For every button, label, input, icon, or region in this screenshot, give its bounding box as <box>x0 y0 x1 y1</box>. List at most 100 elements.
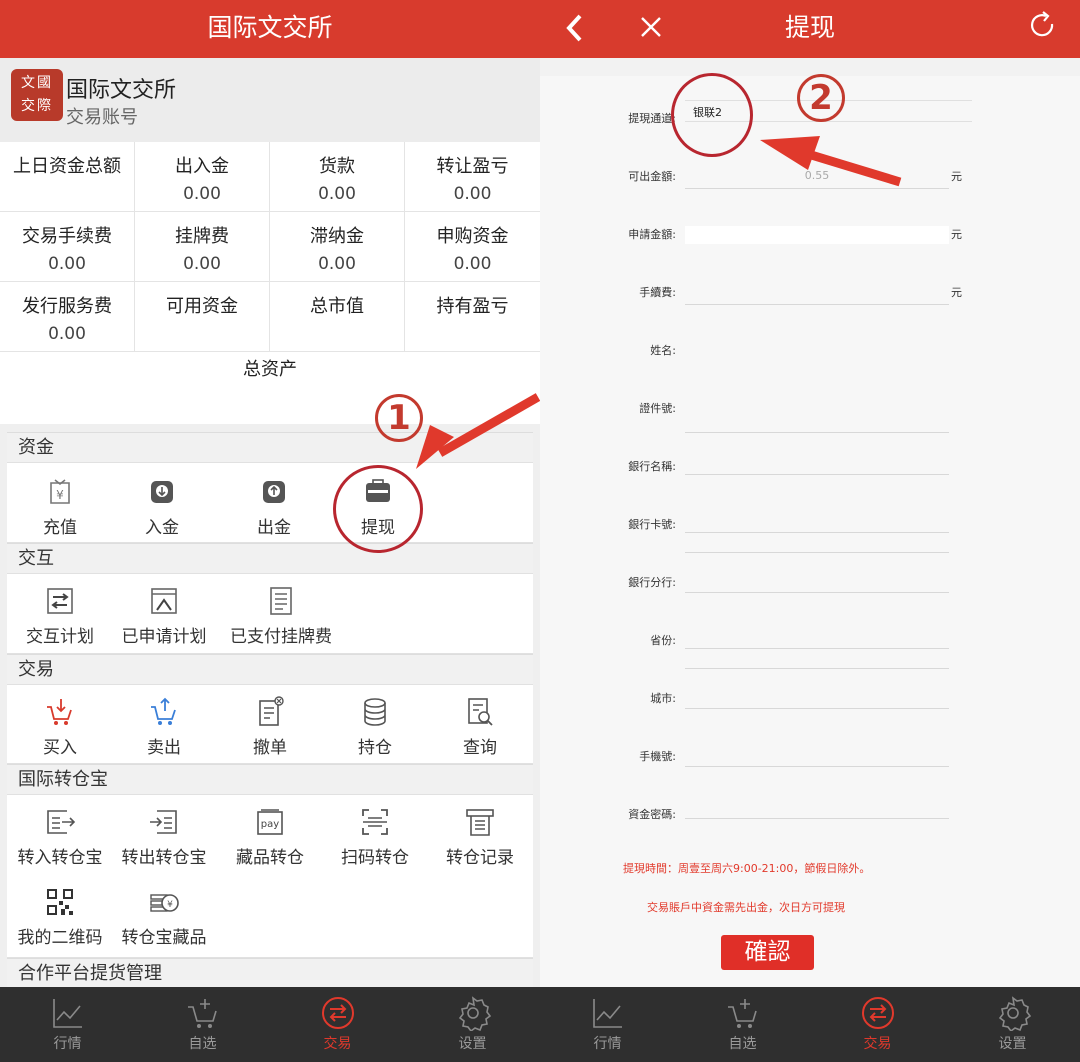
stat-label: 挂牌费 <box>175 226 229 247</box>
position-button[interactable]: 持仓 <box>322 695 428 758</box>
fee-field <box>685 304 949 305</box>
receipt-icon <box>463 805 497 839</box>
my-qrcode-button[interactable]: 我的二维码 <box>7 885 113 948</box>
stats-grid: 上日资金总额 出入金 0.00 货款 0.00 转让盈亏 0.00 交易手续费 0.00… <box>0 142 540 424</box>
transfer-record-button[interactable]: 转仓记录 <box>427 805 533 868</box>
tab-bar: 行情 自选 交易 设置 <box>540 987 1080 1062</box>
cancel-order-button[interactable]: 撤单 <box>217 695 323 758</box>
applied-plan-button[interactable]: 已申请计划 <box>109 584 219 647</box>
coins-icon: ¥ <box>147 885 181 919</box>
scan-transfer-button[interactable]: 扫码转仓 <box>322 805 428 868</box>
stat-label: 发行服务费 <box>22 296 112 317</box>
field-label: 手續費: <box>639 286 676 299</box>
id-field[interactable] <box>685 432 949 433</box>
search-document-icon <box>463 695 497 729</box>
password-field[interactable] <box>685 818 949 819</box>
section-header-transfer: 国际转仓宝 <box>7 764 533 794</box>
cart-add-icon <box>187 999 217 1028</box>
tab-watchlist[interactable]: 自选 <box>135 995 270 1053</box>
section-header-platform: 合作平台提货管理 <box>7 958 533 988</box>
recharge-button[interactable]: ¥ 充值 <box>7 475 113 538</box>
transfer-out-icon <box>147 805 181 839</box>
top-bar: 国际文交所 <box>0 0 540 58</box>
tab-watchlist[interactable]: 自选 <box>675 995 810 1053</box>
right-screen: 提现 提現通道: 银联2 可出金額: 0.55 元 申請金額: 元 手續費: 元… <box>540 0 1080 1062</box>
branch-row: 銀行分行: <box>540 570 1080 594</box>
gear-icon <box>998 996 1031 1031</box>
qrcode-icon <box>43 885 77 919</box>
tab-settings[interactable]: 设置 <box>405 995 540 1053</box>
deposit-icon <box>145 475 179 509</box>
tab-market[interactable]: 行情 <box>540 995 675 1053</box>
step-badge: 2 <box>797 74 845 122</box>
section-trade: 买入 卖出 撤单 持仓 查询 <box>7 684 533 764</box>
stat-value: 0.00 <box>318 254 356 274</box>
query-button[interactable]: 查询 <box>427 695 533 758</box>
tab-label: 自选 <box>188 1036 217 1052</box>
item-label: 转仓记录 <box>446 848 514 868</box>
tab-trade[interactable]: 交易 <box>810 995 945 1053</box>
interact-plan-button[interactable]: 交互计划 <box>7 584 113 647</box>
tab-settings[interactable]: 设置 <box>945 995 1080 1053</box>
transfer-collection-button[interactable]: ¥ 转仓宝藏品 <box>111 885 217 948</box>
stat-value: 0.00 <box>318 184 356 204</box>
field-label: 姓名: <box>650 344 676 357</box>
stat-value: 0.00 <box>48 254 86 274</box>
cancel-order-icon <box>253 695 287 729</box>
bank-field[interactable] <box>685 474 949 475</box>
stat-cell: 申购资金 0.00 <box>405 212 540 282</box>
phone-row: 手機號: <box>540 744 1080 768</box>
stat-label: 上日资金总额 <box>13 156 121 177</box>
stat-value: 0.00 <box>183 254 221 274</box>
page-title: 提现 <box>784 13 835 42</box>
province-field[interactable] <box>685 648 949 649</box>
svg-text:pay: pay <box>261 819 279 830</box>
stat-label: 总市值 <box>310 296 364 317</box>
cart-down-icon <box>43 695 77 729</box>
buy-button[interactable]: 买入 <box>7 695 113 758</box>
city-field[interactable] <box>685 708 949 709</box>
svg-text:¥: ¥ <box>167 900 173 910</box>
recharge-icon: ¥ <box>43 475 77 509</box>
tab-label: 自选 <box>728 1036 757 1052</box>
withdraw-funds-button[interactable]: 出金 <box>221 475 327 538</box>
stat-cell: 持有盈亏 <box>405 282 540 352</box>
stat-value: 0.00 <box>48 324 86 344</box>
page-title: 国际文交所 <box>207 13 333 42</box>
highlight-circle <box>671 73 753 157</box>
item-label: 卖出 <box>147 738 181 758</box>
phone-field[interactable] <box>685 766 949 767</box>
account-name: 国际文交所 <box>66 78 177 103</box>
account-header: 文國 交際 国际文交所 交易账号 <box>0 58 540 142</box>
confirm-button[interactable]: 確認 <box>721 935 814 970</box>
transfer-in-button[interactable]: 转入转仓宝 <box>7 805 113 868</box>
item-label: 撤单 <box>253 738 287 758</box>
item-label: 藏品转仓 <box>236 848 304 868</box>
stat-cell: 挂牌费 0.00 <box>135 212 270 282</box>
card-field[interactable] <box>685 532 949 533</box>
stat-value: 0.00 <box>453 184 492 204</box>
collection-transfer-button[interactable]: pay 藏品转仓 <box>217 805 323 868</box>
stat-label: 可用资金 <box>166 296 238 317</box>
stat-cell: 可用资金 <box>135 282 270 352</box>
transfer-out-button[interactable]: 转出转仓宝 <box>111 805 217 868</box>
plan-icon <box>147 584 181 618</box>
stat-value: 0.00 <box>453 254 492 274</box>
pointer-arrow-icon <box>760 136 902 187</box>
exchange-icon <box>43 584 77 618</box>
sell-button[interactable]: 卖出 <box>111 695 217 758</box>
paid-listing-fee-button[interactable]: 已支付挂牌费 <box>219 584 343 647</box>
item-label: 转入转仓宝 <box>17 848 103 868</box>
field-label: 申請金額: <box>628 228 676 241</box>
branch-field[interactable] <box>685 592 949 593</box>
stat-label: 申购资金 <box>436 226 509 247</box>
refresh-icon[interactable] <box>1028 10 1058 44</box>
item-label: 扫码转仓 <box>341 848 409 868</box>
tab-label: 行情 <box>53 1036 82 1052</box>
field-label: 資金密碼: <box>628 808 676 821</box>
tab-market[interactable]: 行情 <box>0 995 135 1053</box>
deposit-button[interactable]: 入金 <box>109 475 215 538</box>
item-label: 查询 <box>463 738 497 758</box>
apply-amount-input[interactable] <box>685 226 949 244</box>
tab-trade[interactable]: 交易 <box>270 995 405 1053</box>
